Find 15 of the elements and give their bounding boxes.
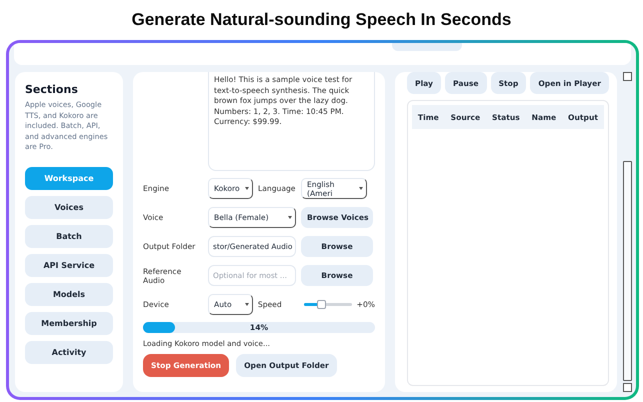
slider-thumb[interactable]: [317, 300, 326, 309]
sidebar-item[interactable]: Voices: [25, 196, 113, 218]
caret-icon: [359, 187, 363, 190]
sidebar-item[interactable]: API Service: [25, 254, 113, 276]
sidebar-title: Sections: [25, 83, 79, 96]
sidebar-item[interactable]: Batch: [25, 224, 113, 248]
caret-icon: [245, 187, 249, 190]
caret-icon: [288, 216, 292, 219]
sidebar-item[interactable]: Models: [25, 282, 113, 306]
scrollbar[interactable]: [623, 72, 632, 392]
page-title: Generate Natural-sounding Speech In Seconds: [132, 10, 512, 30]
scroll-thumb[interactable]: [623, 161, 632, 381]
sidebar-item[interactable]: Membership: [25, 312, 113, 334]
caret-icon: [244, 303, 249, 306]
sidebar-item[interactable]: Activity: [25, 340, 113, 364]
